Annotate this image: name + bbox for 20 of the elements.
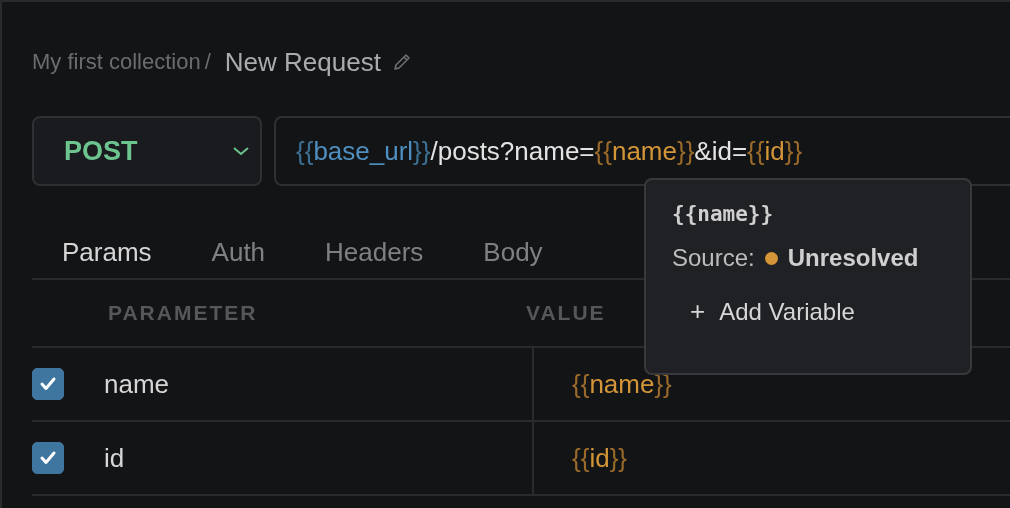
checkbox[interactable] xyxy=(32,442,64,474)
method-dropdown[interactable]: POST xyxy=(32,116,262,186)
add-variable-button[interactable]: + Add Variable xyxy=(690,296,855,327)
variable-name: {{name}} xyxy=(672,202,775,226)
breadcrumb-link[interactable]: My first collection xyxy=(32,49,201,75)
request-title: New Request xyxy=(224,46,381,78)
parameter-cell[interactable]: id xyxy=(104,422,534,494)
tab[interactable]: Params xyxy=(32,230,182,274)
tab[interactable]: Body xyxy=(453,230,573,274)
value-cell[interactable]: {{id}} xyxy=(534,422,627,494)
column-header: VALUE xyxy=(526,301,606,325)
tab[interactable]: Auth xyxy=(181,230,296,274)
source-status: Unresolved xyxy=(787,244,919,272)
chevron-down-icon xyxy=(232,145,250,157)
source-label: Source: xyxy=(672,244,755,272)
breadcrumb-separator: / xyxy=(204,49,211,75)
column-header: PARAMETER xyxy=(108,301,259,325)
tab[interactable]: Headers xyxy=(295,230,454,274)
checkbox[interactable] xyxy=(32,368,64,400)
parameter-cell[interactable]: name xyxy=(104,348,534,420)
